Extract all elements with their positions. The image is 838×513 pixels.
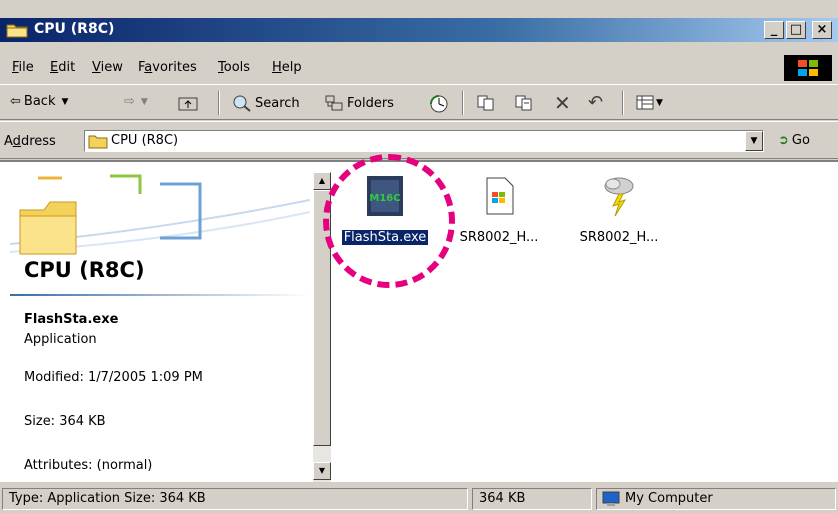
selected-file-size: Size: 364 KB [24, 414, 106, 429]
scroll-down-button[interactable]: ▼ [313, 462, 331, 480]
move-to-icon [477, 95, 494, 111]
forward-button[interactable]: ⇨ ▼ [124, 94, 148, 109]
back-button[interactable]: ⇦ Back ▼ [10, 94, 68, 109]
window-title: CPU (R8C) [34, 21, 115, 37]
search-button[interactable]: Search [232, 94, 300, 112]
minimize-button[interactable]: _ [764, 21, 784, 39]
dropdown-arrow-icon: ▼ [61, 96, 69, 107]
menu-bar: File Edit View Favorites Tools Help [0, 53, 838, 83]
menu-help[interactable]: Help [272, 60, 302, 75]
up-button[interactable] [178, 94, 198, 112]
chevron-down-icon: ▼ [750, 136, 758, 146]
folder-icon [6, 24, 28, 38]
dropdown-arrow-icon: ▼ [656, 98, 663, 108]
folders-button[interactable]: Folders [324, 94, 394, 112]
file-item-help[interactable]: SR8002_H... [444, 174, 554, 245]
folder-icon [88, 135, 108, 149]
status-size: 364 KB [472, 488, 592, 510]
status-info: Type: Application Size: 364 KB [2, 488, 468, 510]
arrow-up-icon: ▲ [318, 176, 326, 185]
selected-file-type: Application [24, 332, 97, 347]
title-bar[interactable]: CPU (R8C) _ □ × [0, 18, 838, 42]
undo-button[interactable]: ↶ [588, 94, 603, 112]
undo-icon: ↶ [588, 92, 604, 113]
address-value: CPU (R8C) [111, 133, 179, 148]
folder-title: CPU (R8C) [24, 258, 145, 282]
menu-view[interactable]: View [92, 60, 123, 75]
scroll-up-button[interactable]: ▲ [313, 172, 331, 190]
close-button[interactable]: × [812, 21, 832, 39]
menu-file[interactable]: File [12, 60, 34, 75]
move-to-button[interactable] [476, 94, 496, 112]
address-label: Address [4, 134, 56, 149]
views-icon [636, 95, 654, 110]
search-icon [233, 95, 251, 112]
file-label: SR8002_H... [459, 230, 539, 245]
content-area: CPU (R8C) FlashSta.exe Application Modif… [0, 154, 838, 482]
status-bar: Type: Application Size: 364 KB 364 KB My… [0, 484, 838, 513]
address-dropdown-button[interactable]: ▼ [745, 131, 763, 151]
my-computer-icon [602, 491, 620, 506]
status-zone: My Computer [596, 488, 836, 510]
copy-to-button[interactable] [514, 94, 534, 112]
file-item-weather[interactable]: SR8002_H... [564, 174, 674, 245]
details-pane: CPU (R8C) FlashSta.exe Application Modif… [10, 170, 310, 482]
windows-flag-icon [798, 60, 818, 76]
copy-to-icon [515, 95, 532, 111]
weather-cloud-icon [604, 177, 634, 217]
address-input[interactable]: CPU (R8C) ▼ [84, 130, 764, 152]
folder-header-graphic [10, 170, 310, 258]
history-button[interactable] [428, 94, 450, 114]
arrow-down-icon: ▼ [318, 466, 326, 475]
file-label: SR8002_H... [579, 230, 659, 245]
views-button[interactable]: ▼ [636, 94, 663, 112]
dropdown-arrow-icon: ▼ [140, 96, 148, 107]
standard-toolbar: ⇦ Back ▼ ⇨ ▼ Search Folders ✕ ↶ ▼ [0, 84, 838, 120]
delete-button[interactable]: ✕ [554, 91, 571, 115]
selected-file-name: FlashSta.exe [24, 312, 119, 327]
go-button[interactable]: ➲ Go [778, 133, 810, 148]
selected-file-attributes: Attributes: (normal) [24, 458, 153, 473]
forward-arrow-icon: ⇨ [124, 94, 135, 109]
selected-file-modified: Modified: 1/7/2005 1:09 PM [24, 370, 203, 385]
windows-help-icon [486, 177, 514, 215]
go-arrow-icon: ➲ [778, 133, 789, 148]
windows-logo [784, 55, 832, 81]
menu-edit[interactable]: Edit [50, 60, 75, 75]
folders-icon [325, 95, 343, 111]
address-bar: Address CPU (R8C) ▼ ➲ Go [0, 121, 838, 159]
menu-favorites[interactable]: Favorites [138, 60, 197, 75]
maximize-button[interactable]: □ [786, 21, 806, 39]
delete-x-icon: ✕ [554, 91, 571, 115]
highlight-ring [323, 154, 455, 288]
folder-up-icon [178, 97, 198, 111]
menu-tools[interactable]: Tools [218, 60, 250, 75]
back-arrow-icon: ⇦ [10, 94, 21, 109]
history-icon [430, 95, 448, 113]
explorer-window: CPU (R8C) _ □ × File Edit View Favorites… [0, 0, 838, 513]
